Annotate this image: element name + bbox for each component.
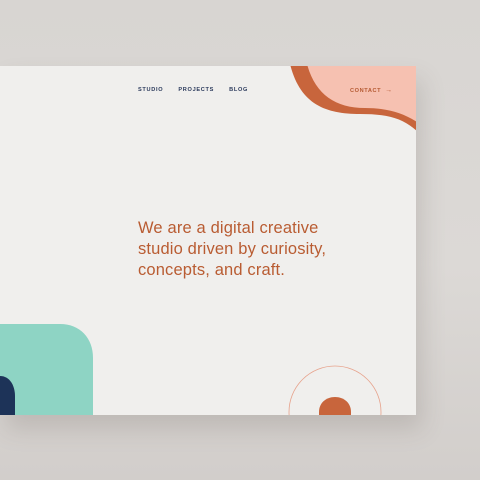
main-nav: STUDIO PROJECTS BLOG <box>138 87 248 93</box>
nav-link-projects[interactable]: PROJECTS <box>178 87 214 93</box>
nav-link-blog[interactable]: BLOG <box>229 87 248 93</box>
nav-link-studio[interactable]: STUDIO <box>138 87 163 93</box>
terracotta-dome <box>319 397 351 415</box>
bottom-right-circle-graphic <box>288 365 382 415</box>
contact-label: CONTACT <box>350 87 382 94</box>
bottom-left-shape-graphic <box>0 324 93 415</box>
arrow-right-icon: → <box>385 87 393 94</box>
contact-link[interactable]: CONTACT → <box>350 87 393 94</box>
hero-line-1: We are a digital creative <box>138 219 319 237</box>
hero-line-2: studio driven by curiosity, <box>138 240 327 258</box>
hero-headline: We are a digital creative studio driven … <box>138 218 398 281</box>
hero-line-3: concepts, and craft. <box>138 261 285 279</box>
landing-page-card: STUDIO PROJECTS BLOG CONTACT → We are a … <box>0 66 416 415</box>
top-right-blob-graphic <box>290 66 416 131</box>
